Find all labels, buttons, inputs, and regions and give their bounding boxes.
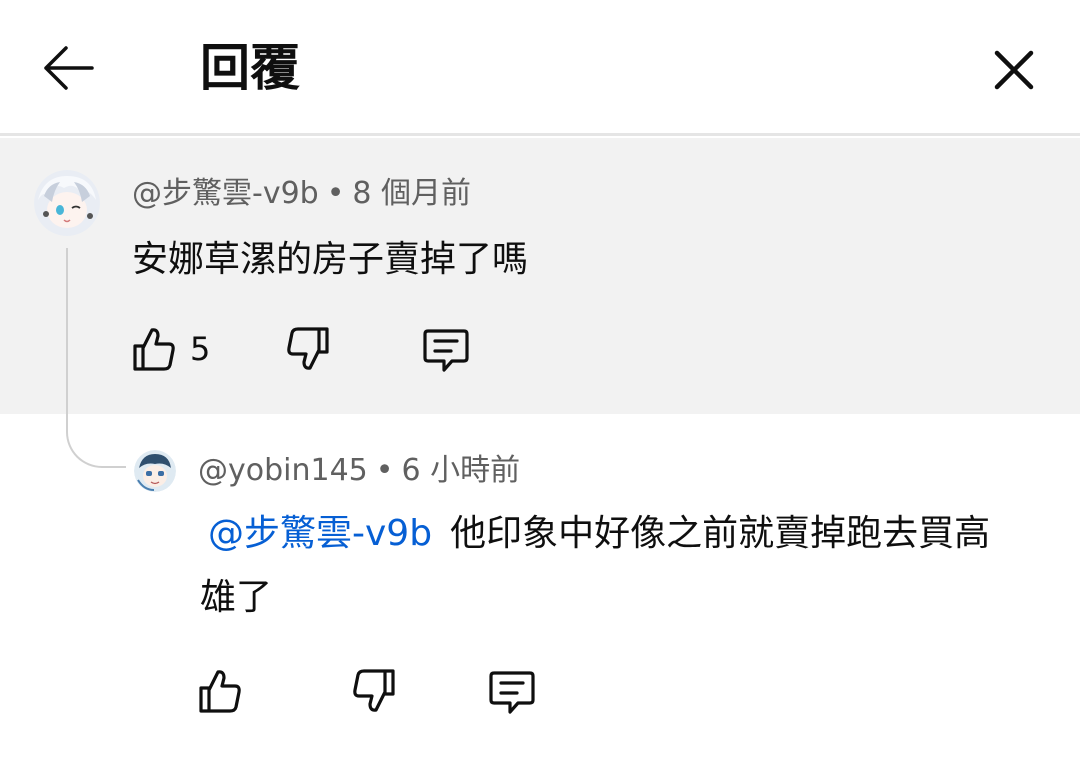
avatar[interactable] bbox=[34, 170, 100, 236]
meta-separator: • bbox=[375, 453, 394, 488]
close-icon bbox=[994, 50, 1034, 90]
thumbs-up-icon bbox=[198, 668, 242, 714]
back-button[interactable] bbox=[36, 40, 100, 96]
meta-separator: • bbox=[326, 176, 345, 211]
comment-meta: @步驚雲-v9b • 8 個月前 bbox=[132, 174, 471, 214]
page-title: 回覆 bbox=[200, 39, 300, 97]
thumbs-down-icon bbox=[286, 326, 330, 372]
comment-meta: @yobin145 • 6 小時前 bbox=[198, 451, 520, 491]
dislike-button[interactable] bbox=[286, 326, 330, 372]
dislike-button[interactable] bbox=[352, 668, 396, 714]
thumbs-up-icon bbox=[132, 326, 176, 372]
comment-text: 安娜草漯的房子賣掉了嗎 bbox=[132, 239, 529, 280]
mention-link[interactable]: @步驚雲-v9b bbox=[208, 513, 432, 554]
arrow-left-icon bbox=[42, 46, 94, 90]
timestamp: 8 個月前 bbox=[352, 176, 472, 211]
header: 回覆 bbox=[0, 0, 1080, 136]
like-button[interactable] bbox=[198, 668, 242, 714]
author-name[interactable]: @步驚雲-v9b bbox=[132, 176, 319, 211]
comment-icon bbox=[422, 326, 470, 374]
reply-text: @步驚雲-v9b 他印象中好像之前就賣掉跑去買高雄了 bbox=[200, 502, 1020, 630]
thread-connector bbox=[66, 248, 126, 468]
author-name[interactable]: @yobin145 bbox=[198, 453, 368, 488]
avatar[interactable] bbox=[134, 450, 176, 492]
reply-button[interactable] bbox=[488, 668, 536, 716]
like-count: 5 bbox=[190, 330, 211, 368]
reply-button[interactable] bbox=[422, 326, 470, 374]
like-button[interactable]: 5 bbox=[132, 326, 210, 372]
thumbs-down-icon bbox=[352, 668, 396, 714]
close-button[interactable] bbox=[984, 40, 1044, 100]
timestamp: 6 小時前 bbox=[401, 453, 521, 488]
comment-icon bbox=[488, 668, 536, 716]
